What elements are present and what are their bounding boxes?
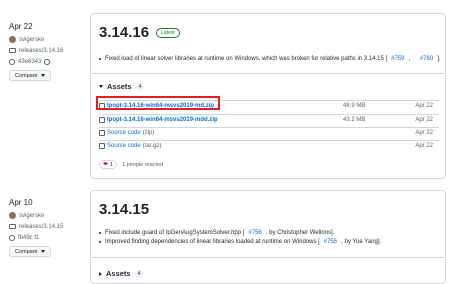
commit-link[interactable]: 43e6343 [18,59,41,65]
triangle-right-icon [99,271,102,276]
author-link[interactable]: svigerske [19,37,44,43]
asset-suffix: (zip) [142,130,155,136]
asset-row: Ipopt-3.14.16-win64-msvs2019-mdd.zip 43.… [99,114,439,125]
note-item: Fixed load of linear solver libraries at… [99,54,441,63]
assets-toggle[interactable]: Assets 4 [99,82,145,91]
bullet [99,231,101,234]
release-date: Apr 22 [9,22,33,31]
bullet [99,240,101,243]
divider [91,73,445,74]
assets-label: Assets [107,82,132,91]
asset-link[interactable]: Ipopt-3.14.16-win64-msvs2019-mdd.zip [99,117,218,123]
issue-link[interactable]: #759 [391,56,404,62]
commit-link[interactable]: fb49c f1 [18,235,39,241]
chevron-down-icon [40,74,45,77]
file-zip-icon [99,143,105,149]
highlight-box [96,96,220,110]
bullet [99,57,101,60]
commit-icon [9,234,15,241]
issue-link[interactable]: #756 [248,230,261,236]
assets-count: 4 [135,82,145,91]
reaction-button[interactable]: ❤ 1 [99,160,118,169]
asset-date: Apr 22 [415,143,433,149]
asset-name: Source code [107,130,141,136]
release-sidebar: Apr 10 svigerske releases/3.14.15 fb49c … [9,198,89,257]
asset-date: Apr 22 [415,117,433,123]
source-zip-link[interactable]: Source code (zip) [99,130,154,136]
source-targz-link[interactable]: Source code (tar.gz) [99,143,161,149]
release-title[interactable]: 3.14.15 [99,201,149,218]
divider [91,257,445,258]
chevron-down-icon [40,250,45,253]
package-icon [99,117,105,123]
asset-name: Ipopt-3.14.16-win64-msvs2019-mdd.zip [107,117,218,123]
avatar[interactable] [9,212,16,219]
asset-suffix: (tar.gz) [142,143,162,149]
asset-name: Source code [107,143,141,149]
heart-icon: ❤ [103,162,109,168]
release-notes: Fixed include guard of IpGenAugSystemSol… [99,228,381,246]
tag-icon [9,224,16,229]
asset-date: Apr 22 [415,103,433,109]
asset-size: 43.2 MB [343,117,366,123]
assets-toggle[interactable]: Assets 4 [99,269,144,278]
release-notes: Fixed load of linear solver libraries at… [99,54,441,63]
tag-link[interactable]: releases/3.14.15 [19,224,63,230]
compare-button[interactable]: Compare [9,70,51,81]
file-zip-icon [99,130,105,136]
asset-date: Apr 22 [415,130,433,136]
note-end: ]. [437,55,441,62]
compare-label: Compare [15,72,38,79]
note-item: Fixed include guard of IpGenAugSystemSol… [99,228,381,237]
note-text: Fixed include guard of IpGenAugSystemSol… [105,229,245,236]
compare-button[interactable]: Compare [9,246,51,257]
note-end: , by Yue Yang]. [341,238,382,245]
author-link[interactable]: svigerske [19,213,44,219]
reaction-count: 1 [110,161,114,168]
release-date: Apr 10 [9,198,33,207]
reactions: ❤ 1 1 people reacted [99,160,163,169]
assets-count: 4 [134,269,144,278]
release-title[interactable]: 3.14.16 [99,24,149,41]
note-text: Improved finding dependencies of linear … [105,238,320,245]
tag-icon [9,48,16,53]
tag-link[interactable]: releases/3.14.16 [19,48,63,54]
asset-row: Source code (tar.gz) Apr 22 [99,140,439,151]
verified-icon [44,58,51,65]
release-sidebar: Apr 22 svigerske releases/3.14.16 43e634… [9,22,89,81]
triangle-down-icon [99,85,103,88]
commit-icon [9,58,15,65]
asset-size: 48.9 MB [343,103,366,109]
issue-link[interactable]: #760 [420,56,433,62]
compare-label: Compare [15,248,38,255]
release-card: 3.14.15 Fixed include guard of IpGenAugS… [90,190,446,284]
note-end: , by Christopher Wellons]. [265,229,335,236]
issue-link[interactable]: #755 [324,239,337,245]
avatar[interactable] [9,36,16,43]
note-text: Fixed load of linear solver libraries at… [105,55,388,62]
latest-badge: Latest [156,27,180,38]
reaction-text: 1 people reacted [122,161,164,168]
note-item: Improved finding dependencies of linear … [99,237,381,246]
note-sep: , [408,55,411,62]
asset-row: Source code (zip) Apr 22 [99,127,439,138]
assets-label: Assets [106,269,131,278]
